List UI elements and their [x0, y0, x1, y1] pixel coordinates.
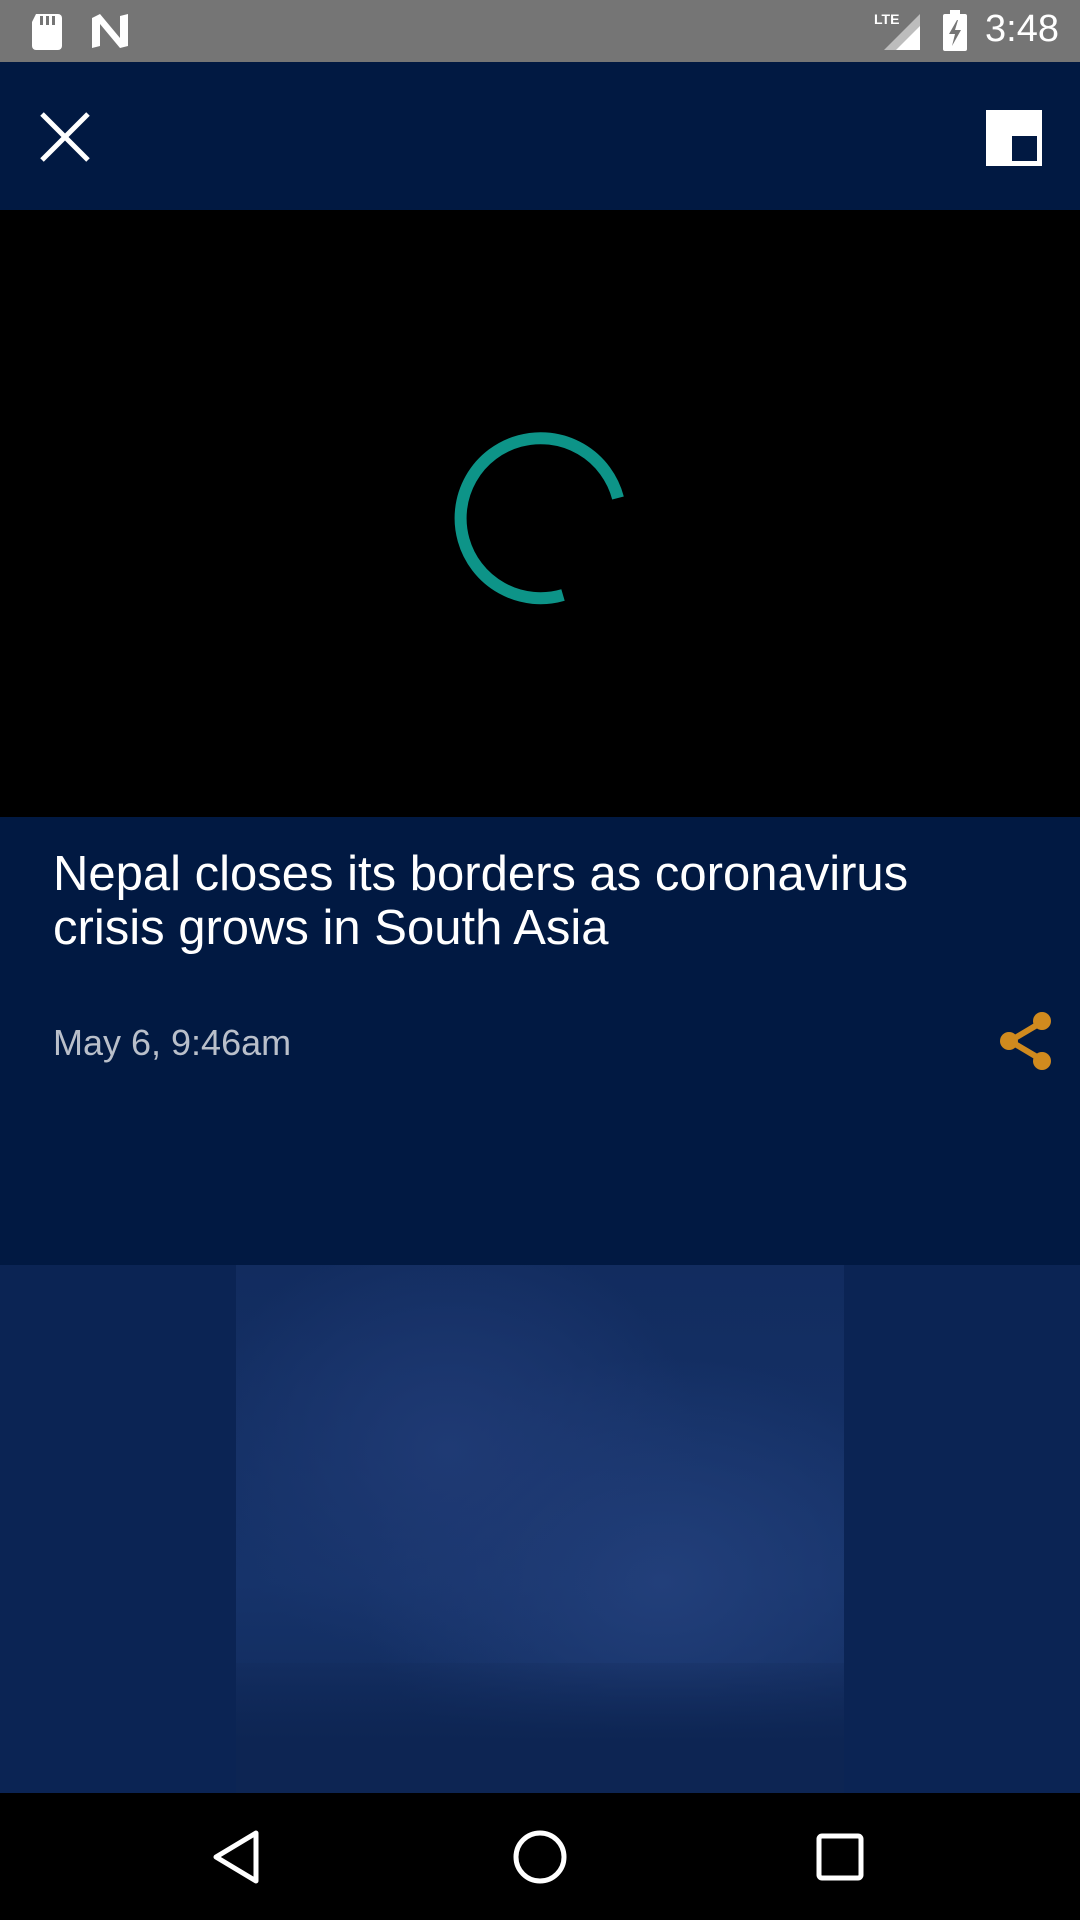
- article-photo: [236, 1265, 844, 1793]
- article-headline: Nepal closes its borders as coronavirus …: [53, 847, 909, 955]
- loading-spinner-icon: [454, 432, 624, 605]
- close-icon[interactable]: [36, 108, 94, 166]
- video-player[interactable]: [0, 210, 1080, 817]
- sd-card-icon: [32, 14, 62, 50]
- network-type-label: LTE: [874, 11, 899, 27]
- photo-building-silhouette: [236, 1663, 844, 1793]
- status-bar: LTE 3:48: [0, 0, 1080, 62]
- lte-signal-icon: LTE: [874, 11, 920, 50]
- article-panel: Nepal closes its borders as coronavirus …: [0, 817, 1080, 1265]
- status-clock: 3:48: [985, 8, 1059, 50]
- article-image-backdrop: [0, 1265, 1080, 1793]
- n-icon: [92, 14, 128, 48]
- article-timestamp: May 6, 9:46am: [53, 1022, 292, 1063]
- home-icon[interactable]: [508, 1825, 572, 1889]
- recent-apps-icon[interactable]: [810, 1827, 870, 1887]
- back-icon[interactable]: [208, 1827, 268, 1887]
- picture-in-picture-icon[interactable]: [986, 110, 1042, 166]
- battery-charging-icon: [943, 10, 967, 51]
- navigation-bar: [0, 1793, 1080, 1920]
- share-icon[interactable]: [996, 1010, 1056, 1072]
- top-app-bar: [0, 62, 1080, 210]
